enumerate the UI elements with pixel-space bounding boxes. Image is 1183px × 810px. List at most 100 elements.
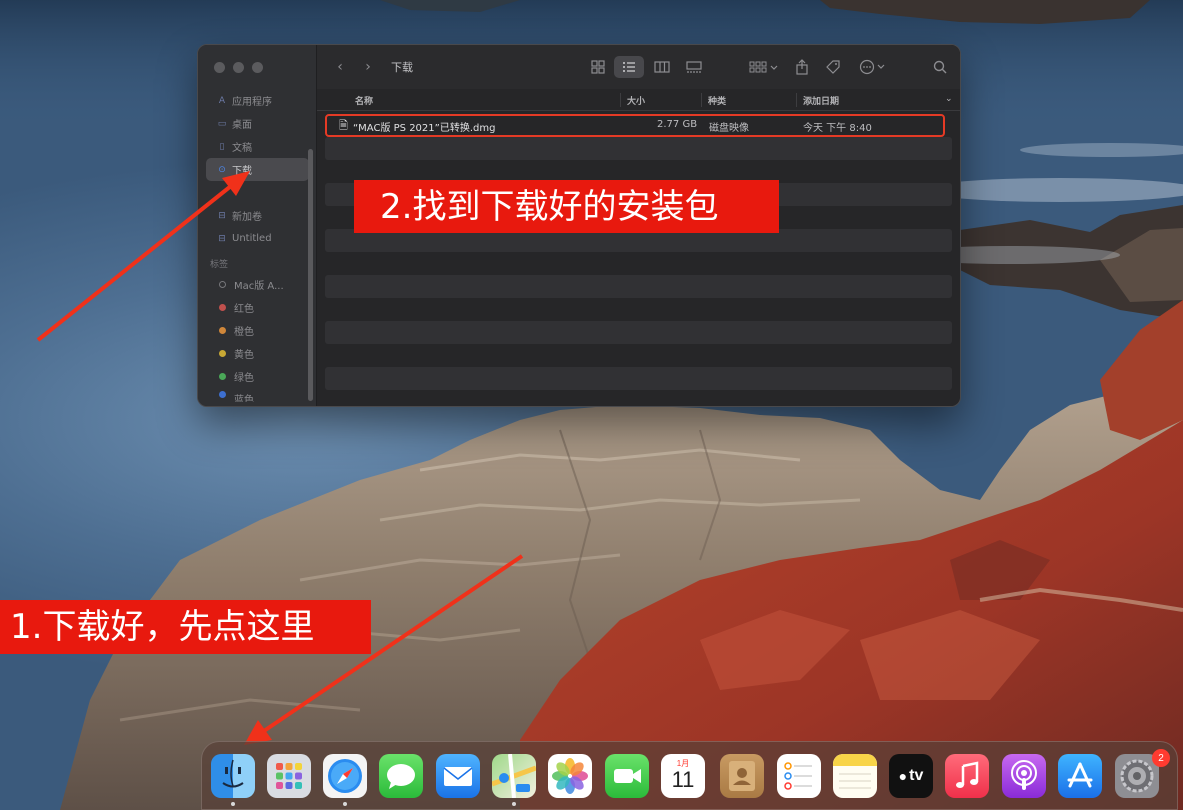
column-separator[interactable] (701, 93, 702, 107)
column-header-size[interactable]: 大小 (627, 94, 645, 107)
sidebar-item-untitled[interactable]: ⊟ Untitled (206, 227, 309, 250)
podcasts-icon[interactable] (1002, 754, 1046, 798)
sidebar-item-label: 应用程序 (232, 97, 272, 108)
share-icon (796, 59, 808, 75)
file-highlight-box (325, 114, 945, 137)
photos-icon[interactable] (548, 754, 592, 798)
chat-bubble-icon (387, 764, 415, 789)
launchpad-icon[interactable] (267, 754, 311, 798)
running-indicator (231, 802, 235, 806)
annotation-step-1: 1.下载好，先点这里 (0, 600, 371, 654)
chevron-left-icon: ‹ (337, 59, 343, 75)
sidebar-item-label: 蓝色 (234, 395, 254, 402)
share-button[interactable] (791, 57, 813, 77)
finder-icon[interactable] (211, 754, 255, 798)
gallery-view-button[interactable] (683, 57, 705, 77)
empty-row (325, 344, 952, 367)
notepad-icon (833, 754, 877, 789)
sidebar-item-label: Untitled (232, 233, 272, 244)
sidebar-item-documents[interactable]: ▯ 文稿 (206, 135, 309, 158)
sidebar-tag-blue[interactable]: 蓝色 (206, 388, 309, 402)
back-button[interactable]: ‹ (333, 58, 347, 76)
sidebar-item-label: Mac版 A... (234, 281, 284, 292)
drive-icon: ⊟ (218, 233, 226, 244)
sidebar-tag-red[interactable]: 红色 (206, 296, 309, 319)
messages-icon[interactable] (379, 754, 423, 798)
empty-row (325, 367, 952, 390)
app-store-a-icon (1067, 762, 1093, 788)
gallery-view-icon (686, 61, 702, 73)
tag-button[interactable] (822, 57, 844, 77)
checklist-icon (784, 762, 812, 790)
sort-chevron-icon: ⌄ (945, 94, 953, 104)
column-view-button[interactable] (651, 57, 673, 77)
sidebar-tag-yellow[interactable]: 黄色 (206, 342, 309, 365)
column-view-icon (654, 61, 670, 73)
mail-icon[interactable] (436, 754, 480, 798)
group-button[interactable] (747, 57, 781, 77)
running-indicator (343, 802, 347, 806)
documents-icon: ▯ (219, 141, 225, 152)
video-camera-icon (614, 769, 641, 783)
file-list: 🗎 “MAC版 PS 2021”已转换.dmg 2.77 GB 磁盘映像 今天 … (325, 114, 952, 406)
search-icon (933, 60, 947, 74)
window-title: 下载 (391, 61, 413, 74)
calendar-icon[interactable]: 1月 11 (661, 754, 705, 798)
safari-icon[interactable] (323, 754, 367, 798)
reminders-icon[interactable] (777, 754, 821, 798)
window-controls (214, 62, 263, 73)
sidebar-item-downloads[interactable]: ⊙ 下载 (206, 158, 309, 181)
more-actions-button[interactable] (857, 57, 891, 77)
tag-dot (219, 281, 226, 288)
tag-dot (219, 391, 226, 398)
column-header-name[interactable]: 名称 (355, 94, 373, 107)
sidebar-tag-orange[interactable]: 橙色 (206, 319, 309, 342)
contacts-icon[interactable] (720, 754, 764, 798)
sidebar-item-desktop[interactable]: ▭ 桌面 (206, 112, 309, 135)
envelope-icon (443, 767, 473, 786)
search-button[interactable] (929, 57, 951, 77)
empty-row (325, 390, 952, 406)
column-header-kind[interactable]: 种类 (708, 94, 726, 107)
empty-row (325, 252, 952, 275)
desktop-icon: ▭ (217, 118, 227, 129)
music-note-icon (956, 761, 979, 788)
column-separator[interactable] (620, 93, 621, 107)
apple-tv-icon[interactable]: ● tv (889, 754, 933, 798)
apple-logo-icon: ● (898, 768, 908, 784)
icon-view-button[interactable] (587, 57, 609, 77)
tag-dot (219, 373, 226, 380)
notes-icon[interactable] (833, 754, 877, 798)
column-separator[interactable] (796, 93, 797, 107)
maps-icon[interactable] (492, 754, 536, 798)
facetime-icon[interactable] (605, 754, 649, 798)
calendar-day: 11 (671, 767, 695, 792)
sidebar-item-label: 橙色 (234, 327, 254, 338)
list-view-button[interactable] (614, 56, 644, 78)
launchpad-grid-icon (276, 763, 302, 789)
column-header-date-added[interactable]: 添加日期 (803, 94, 839, 107)
sidebar-item-label: 黄色 (234, 350, 254, 361)
sidebar-tag-mac[interactable]: Mac版 A... (206, 273, 309, 296)
sidebar-item-label: 文稿 (232, 143, 252, 154)
sidebar-item-new-volume[interactable]: ⊟ 新加卷 (206, 204, 309, 227)
forward-button[interactable]: › (361, 58, 375, 76)
sidebar-tag-green[interactable]: 绿色 (206, 365, 309, 388)
music-icon[interactable] (945, 754, 989, 798)
minimize-window-button[interactable] (233, 62, 244, 73)
list-view-icon (623, 62, 635, 72)
zoom-window-button[interactable] (252, 62, 263, 73)
sidebar-tags-header: 标签 (210, 260, 229, 270)
dock: 1月 11 ● tv 2 (201, 741, 1178, 810)
sidebar-item-label: 下载 (232, 166, 252, 177)
empty-row (325, 275, 952, 298)
finder-sidebar: A 应用程序 ▭ 桌面 ▯ 文稿 ⊙ 下载 ⊟ 新加卷 ⊟ Untitled 标… (198, 45, 317, 406)
downloads-icon: ⊙ (218, 164, 226, 175)
sidebar-scrollbar[interactable] (308, 149, 313, 401)
app-store-icon[interactable] (1058, 754, 1102, 798)
tag-dot (219, 350, 226, 357)
close-window-button[interactable] (214, 62, 225, 73)
flower-icon (552, 758, 588, 794)
annotation-step-2: 2.找到下载好的安装包 (354, 180, 779, 233)
sidebar-item-applications[interactable]: A 应用程序 (206, 89, 309, 112)
